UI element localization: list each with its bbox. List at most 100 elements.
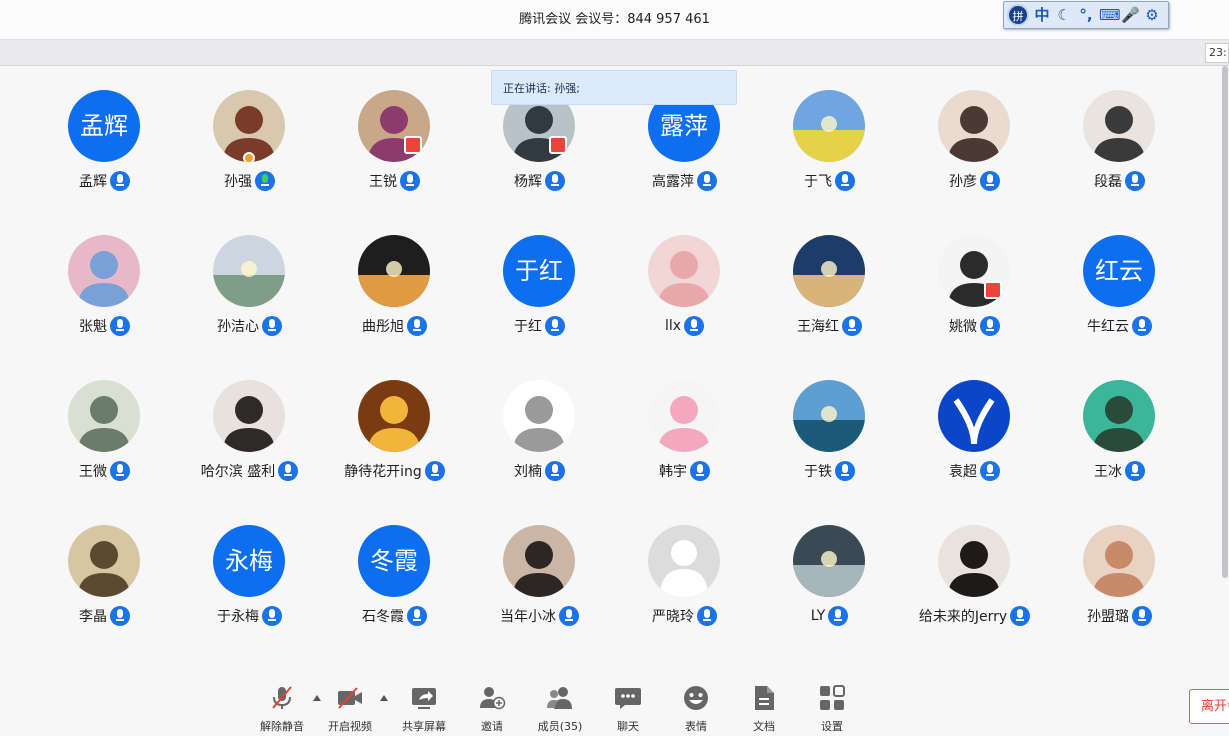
participant-avatar[interactable] bbox=[1083, 380, 1155, 452]
participant-avatar[interactable] bbox=[793, 525, 865, 597]
participant-tile[interactable]: 于铁 bbox=[757, 380, 902, 500]
participant-tile[interactable]: 杨辉 bbox=[467, 90, 612, 210]
ime-punctuation-icon[interactable]: °, bbox=[1077, 4, 1095, 26]
mic-icon bbox=[1132, 316, 1152, 336]
participant-avatar[interactable] bbox=[1083, 90, 1155, 162]
avatar-photo bbox=[1083, 380, 1155, 452]
flag-badge-icon bbox=[404, 136, 422, 154]
participant-tile[interactable]: 李晶 bbox=[32, 525, 177, 645]
unmute-button[interactable]: 解除静音 bbox=[252, 684, 312, 734]
ime-voice-icon[interactable]: 🎤 bbox=[1121, 4, 1140, 26]
participant-tile[interactable]: LY bbox=[757, 525, 902, 645]
participant-avatar[interactable] bbox=[213, 90, 285, 162]
participant-avatar[interactable]: 于红 bbox=[503, 235, 575, 307]
participant-name-row: 给未来的Jerry bbox=[902, 605, 1047, 627]
participant-name: 王海红 bbox=[797, 319, 839, 335]
participant-tile[interactable]: 露萍 高露萍 bbox=[612, 90, 757, 210]
mic-icon bbox=[1125, 461, 1145, 481]
share-screen-button[interactable]: 共享屏幕 bbox=[394, 684, 454, 734]
participant-tile[interactable]: 冬霞 石冬霞 bbox=[322, 525, 467, 645]
emoji-button[interactable]: 表情 bbox=[666, 684, 726, 734]
participant-avatar[interactable] bbox=[938, 525, 1010, 597]
participant-tile[interactable]: 张魁 bbox=[32, 235, 177, 355]
participant-name-row: 于永梅 bbox=[177, 605, 322, 627]
participant-tile[interactable]: llx bbox=[612, 235, 757, 355]
participant-avatar[interactable]: 孟辉 bbox=[68, 90, 140, 162]
participant-tile[interactable]: 王锐 bbox=[322, 90, 467, 210]
avatar-photo bbox=[793, 380, 865, 452]
participant-avatar[interactable] bbox=[213, 235, 285, 307]
participant-tile[interactable]: 孙彦 bbox=[902, 90, 1047, 210]
participant-tile[interactable]: 于飞 bbox=[757, 90, 902, 210]
participant-tile[interactable]: 严晓玲 bbox=[612, 525, 757, 645]
members-button[interactable]: 成员(35) bbox=[530, 684, 590, 734]
participant-avatar[interactable] bbox=[793, 380, 865, 452]
participant-tile[interactable]: 王微 bbox=[32, 380, 177, 500]
participant-avatar[interactable] bbox=[648, 235, 720, 307]
avatar-photo bbox=[358, 235, 430, 307]
participant-name-row: 刘楠 bbox=[467, 460, 612, 482]
participant-avatar[interactable] bbox=[503, 525, 575, 597]
participant-avatar[interactable] bbox=[648, 525, 720, 597]
participant-avatar[interactable]: 永梅 bbox=[213, 525, 285, 597]
participant-tile[interactable]: 姚微 bbox=[902, 235, 1047, 355]
leave-meeting-button[interactable]: 离开会议 bbox=[1189, 689, 1229, 724]
participant-avatar[interactable] bbox=[503, 380, 575, 452]
participant-tile[interactable]: 静待花开ing bbox=[322, 380, 467, 500]
ime-chinese-mode-icon[interactable]: 中 bbox=[1033, 4, 1051, 26]
participant-tile[interactable]: 韩宇 bbox=[612, 380, 757, 500]
participant-tile[interactable]: 孙强 bbox=[177, 90, 322, 210]
settings-button[interactable]: 设置 bbox=[802, 684, 862, 734]
ime-settings-icon[interactable]: ⚙ bbox=[1143, 4, 1161, 26]
participant-avatar[interactable] bbox=[68, 525, 140, 597]
participant-tile[interactable]: 袁超 bbox=[902, 380, 1047, 500]
mic-icon bbox=[407, 316, 427, 336]
participant-tile[interactable]: 红云 牛红云 bbox=[1047, 235, 1192, 355]
participant-avatar[interactable] bbox=[358, 90, 430, 162]
participant-avatar[interactable] bbox=[68, 235, 140, 307]
ime-keyboard-icon[interactable]: ⌨ bbox=[1099, 4, 1121, 26]
participant-avatar[interactable] bbox=[938, 235, 1010, 307]
participant-avatar[interactable]: 冬霞 bbox=[358, 525, 430, 597]
participant-name-row: 当年小冰 bbox=[467, 605, 612, 627]
participant-tile[interactable]: 段磊 bbox=[1047, 90, 1192, 210]
ime-logo-icon[interactable]: 拼 bbox=[1007, 4, 1029, 26]
participant-avatar[interactable]: 红云 bbox=[1083, 235, 1155, 307]
participant-tile[interactable]: 哈尔滨 盛利 bbox=[177, 380, 322, 500]
participant-tile[interactable]: 王冰 bbox=[1047, 380, 1192, 500]
participant-tile[interactable]: 孙洁心 bbox=[177, 235, 322, 355]
participant-avatar[interactable] bbox=[938, 90, 1010, 162]
video-options-caret-icon[interactable] bbox=[379, 694, 389, 702]
participant-avatar[interactable] bbox=[793, 235, 865, 307]
participant-avatar[interactable] bbox=[938, 380, 1010, 452]
ime-half-width-icon[interactable]: ☾ bbox=[1055, 4, 1073, 26]
avatar-photo bbox=[938, 90, 1010, 162]
share-screen-icon bbox=[412, 688, 436, 709]
participant-tile[interactable]: 给未来的Jerry bbox=[902, 525, 1047, 645]
participant-avatar[interactable] bbox=[358, 380, 430, 452]
mic-muted-icon bbox=[272, 686, 292, 709]
ime-toolbar[interactable]: 拼 中 ☾ °, ⌨ 🎤 ⚙ bbox=[1003, 1, 1169, 29]
participant-avatar[interactable] bbox=[213, 380, 285, 452]
participant-avatar[interactable] bbox=[793, 90, 865, 162]
participant-avatar[interactable] bbox=[358, 235, 430, 307]
invite-button[interactable]: 邀请 bbox=[462, 684, 522, 734]
participant-avatar[interactable] bbox=[648, 380, 720, 452]
participant-tile[interactable]: 永梅 于永梅 bbox=[177, 525, 322, 645]
scrollbar[interactable] bbox=[1222, 66, 1228, 578]
add-user-icon bbox=[480, 687, 506, 710]
participant-avatar[interactable] bbox=[68, 380, 140, 452]
participant-tile[interactable]: 孟辉 孟辉 bbox=[32, 90, 177, 210]
chat-button[interactable]: 聊天 bbox=[598, 684, 658, 734]
documents-button[interactable]: 文档 bbox=[734, 684, 794, 734]
participant-tile[interactable]: 当年小冰 bbox=[467, 525, 612, 645]
participant-tile[interactable]: 王海红 bbox=[757, 235, 902, 355]
mic-icon bbox=[842, 316, 862, 336]
participant-avatar[interactable] bbox=[1083, 525, 1155, 597]
participant-tile[interactable]: 于红 于红 bbox=[467, 235, 612, 355]
avatar-photo bbox=[1083, 525, 1155, 597]
participant-tile[interactable]: 刘楠 bbox=[467, 380, 612, 500]
participant-tile[interactable]: 孙盟璐 bbox=[1047, 525, 1192, 645]
start-video-button[interactable]: 开启视频 bbox=[320, 684, 380, 734]
participant-tile[interactable]: 曲彤旭 bbox=[322, 235, 467, 355]
